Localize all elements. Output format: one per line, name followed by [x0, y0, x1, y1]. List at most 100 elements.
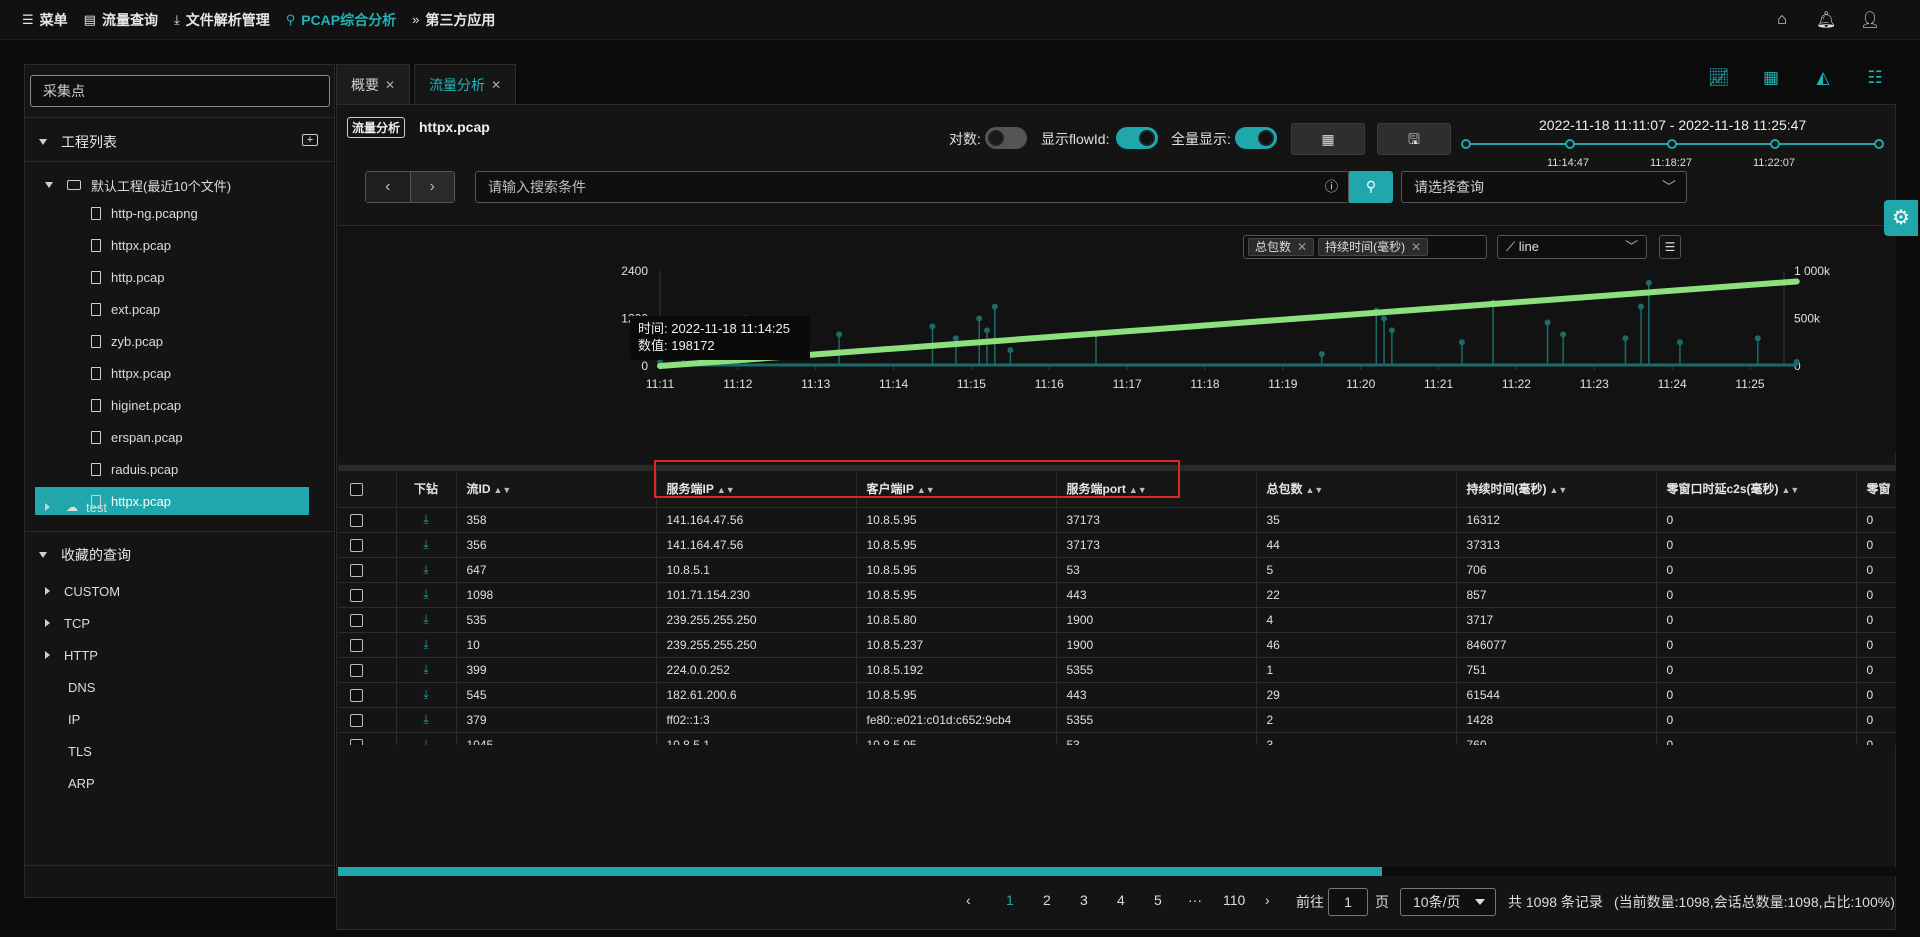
home-icon[interactable]: ⌂: [1772, 11, 1792, 29]
sort-icon[interactable]: ▲▼: [1129, 485, 1147, 495]
slider-handle-end[interactable]: [1874, 139, 1884, 149]
list-panel-icon[interactable]: ☷: [1864, 68, 1886, 90]
download-icon[interactable]: ⤓: [423, 637, 428, 651]
row-checkbox[interactable]: [350, 588, 363, 602]
close-icon[interactable]: ✕: [491, 78, 501, 92]
settings-gear-icon[interactable]: ⚙: [1884, 200, 1918, 236]
shark-fin-icon[interactable]: ◭: [1812, 68, 1834, 90]
table-row[interactable]: ⤓ 535 239.255.255.250 10.8.5.80 1900 4 3717 0 0: [338, 607, 1896, 633]
file-item[interactable]: httpx.pcap: [25, 359, 334, 387]
row-checkbox[interactable]: [350, 513, 363, 527]
flowid-toggle[interactable]: [1116, 127, 1158, 149]
metric-tag[interactable]: 持续时间(毫秒) ✕: [1318, 238, 1429, 256]
col-flow-id[interactable]: 流ID ▲▼: [456, 471, 657, 508]
col-server-port[interactable]: 服务端port ▲▼: [1056, 471, 1257, 508]
scrollbar-thumb[interactable]: [338, 867, 1382, 876]
grid-view-button[interactable]: ▦: [1291, 123, 1365, 155]
file-item[interactable]: higinet.pcap: [25, 391, 334, 419]
back-button[interactable]: ‹: [366, 172, 411, 202]
favorite-item[interactable]: DNS: [25, 673, 334, 701]
search-input[interactable]: 请输入搜索条件 ⓘ: [475, 171, 1349, 203]
prev-page-button[interactable]: ‹: [966, 892, 971, 908]
sort-icon[interactable]: ▲▼: [494, 485, 512, 495]
close-icon[interactable]: ✕: [385, 78, 395, 92]
search-button[interactable]: ⚲: [1349, 171, 1393, 203]
download-icon[interactable]: ⤓: [423, 512, 428, 526]
table-row[interactable]: ⤓ 358 141.164.47.56 10.8.5.95 37173 35 16312 0 0: [338, 507, 1896, 533]
favorite-item[interactable]: HTTP: [25, 641, 334, 669]
favorite-item[interactable]: ARP: [25, 769, 334, 797]
tree-project-test[interactable]: ☁ test: [25, 493, 334, 521]
download-icon[interactable]: ⤓: [423, 537, 428, 551]
bell-icon[interactable]: 🔔︎: [1816, 10, 1836, 30]
file-item[interactable]: raduis.pcap: [25, 455, 334, 483]
sort-icon[interactable]: ▲▼: [1550, 485, 1568, 495]
download-icon[interactable]: ⤓: [423, 562, 428, 576]
favorite-item[interactable]: IP: [25, 705, 334, 733]
sort-icon[interactable]: ▲▼: [717, 485, 735, 495]
log-toggle[interactable]: [985, 127, 1027, 149]
metric-tag[interactable]: 总包数 ✕: [1248, 238, 1315, 256]
tab-traffic-analysis[interactable]: 流量分析 ✕: [414, 64, 517, 104]
table-row[interactable]: ⤓ 1098 101.71.154.230 10.8.5.95 443 22 857 0 0: [338, 582, 1896, 608]
download-icon[interactable]: ⤓: [423, 662, 428, 676]
tab-overview[interactable]: 概要 ✕: [336, 64, 411, 104]
page-ellipsis[interactable]: ···: [1188, 892, 1202, 908]
download-icon[interactable]: ⤓: [423, 587, 428, 601]
nav-traffic-query[interactable]: ▤ 流量查询: [84, 10, 158, 30]
nav-pcap-analysis[interactable]: ⚲ PCAP综合分析: [286, 10, 396, 30]
row-checkbox[interactable]: [350, 563, 363, 577]
file-item[interactable]: ext.pcap: [25, 295, 334, 323]
goto-page-input[interactable]: 1: [1328, 888, 1368, 916]
table-row[interactable]: ⤓ 545 182.61.200.6 10.8.5.95 443 29 61544 0 0: [338, 682, 1896, 708]
download-icon[interactable]: ⤓: [423, 687, 428, 701]
row-checkbox[interactable]: [350, 663, 363, 677]
download-icon[interactable]: ⤓: [423, 612, 428, 626]
line-chart-icon[interactable]: 📈︎: [1708, 68, 1730, 90]
download-icon[interactable]: ⤓: [423, 737, 428, 745]
new-folder-icon[interactable]: +: [302, 134, 318, 146]
tree-project-default[interactable]: 默认工程(最近10个文件): [25, 171, 334, 199]
table-row[interactable]: ⤓ 356 141.164.47.56 10.8.5.95 37173 44 37313 0 0: [338, 532, 1896, 558]
col-client-ip[interactable]: 客户端IP ▲▼: [856, 471, 1057, 508]
page-number[interactable]: 2: [1043, 892, 1051, 908]
horizontal-scrollbar[interactable]: [338, 867, 1896, 876]
col-zero-window-c2s[interactable]: 零窗口时延c2s(毫秒) ▲▼: [1656, 471, 1857, 508]
row-checkbox[interactable]: [350, 738, 363, 745]
page-size-select[interactable]: 10条/页: [1400, 888, 1496, 916]
favorite-item[interactable]: CUSTOM: [25, 577, 334, 605]
file-item[interactable]: http.pcap: [25, 263, 334, 291]
table-row[interactable]: ⤓ 379 ff02::1:3 fe80::e021:c01d:c652:9cb4 53…: [338, 707, 1896, 733]
nav-file-parse[interactable]: ⤓ 文件解析管理: [174, 10, 270, 30]
close-icon[interactable]: ✕: [1297, 240, 1307, 254]
row-checkbox[interactable]: [350, 613, 363, 627]
file-item[interactable]: zyb.pcap: [25, 327, 334, 355]
forward-button[interactable]: ›: [410, 172, 454, 202]
sort-icon[interactable]: ▲▼: [917, 485, 935, 495]
slider-handle-start[interactable]: [1461, 139, 1471, 149]
sort-icon[interactable]: ▲▼: [1782, 485, 1800, 495]
favorite-item[interactable]: TCP: [25, 609, 334, 637]
query-select[interactable]: 请选择查询 ﹀: [1401, 171, 1687, 203]
user-icon[interactable]: 👤︎: [1860, 10, 1880, 30]
table-row[interactable]: ⤓ 10 239.255.255.250 10.8.5.237 1900 46 846077…: [338, 632, 1896, 658]
page-number[interactable]: 110: [1223, 892, 1245, 908]
metric-tags[interactable]: 总包数 ✕ 持续时间(毫秒) ✕: [1243, 235, 1487, 259]
col-zero-window-s2c[interactable]: 零窗: [1856, 471, 1896, 508]
project-list-header[interactable]: 工程列表 +: [25, 126, 334, 158]
fullshow-toggle[interactable]: [1235, 127, 1277, 149]
sort-icon[interactable]: ▲▼: [1306, 485, 1324, 495]
page-number[interactable]: 3: [1080, 892, 1088, 908]
table-row[interactable]: ⤓ 647 10.8.5.1 10.8.5.95 53 5 706 0 0: [338, 557, 1896, 583]
save-button[interactable]: 🖫: [1377, 123, 1451, 155]
collector-input[interactable]: 采集点: [30, 75, 330, 107]
table-icon[interactable]: ▦: [1760, 68, 1782, 90]
download-icon[interactable]: ⤓: [423, 712, 428, 726]
col-server-ip[interactable]: 服务端IP ▲▼: [656, 471, 857, 508]
row-checkbox[interactable]: [350, 688, 363, 702]
favorites-header[interactable]: 收藏的查询: [25, 539, 334, 571]
row-checkbox[interactable]: [350, 638, 363, 652]
row-checkbox[interactable]: [350, 538, 363, 552]
file-item[interactable]: erspan.pcap: [25, 423, 334, 451]
row-checkbox[interactable]: [350, 713, 363, 727]
